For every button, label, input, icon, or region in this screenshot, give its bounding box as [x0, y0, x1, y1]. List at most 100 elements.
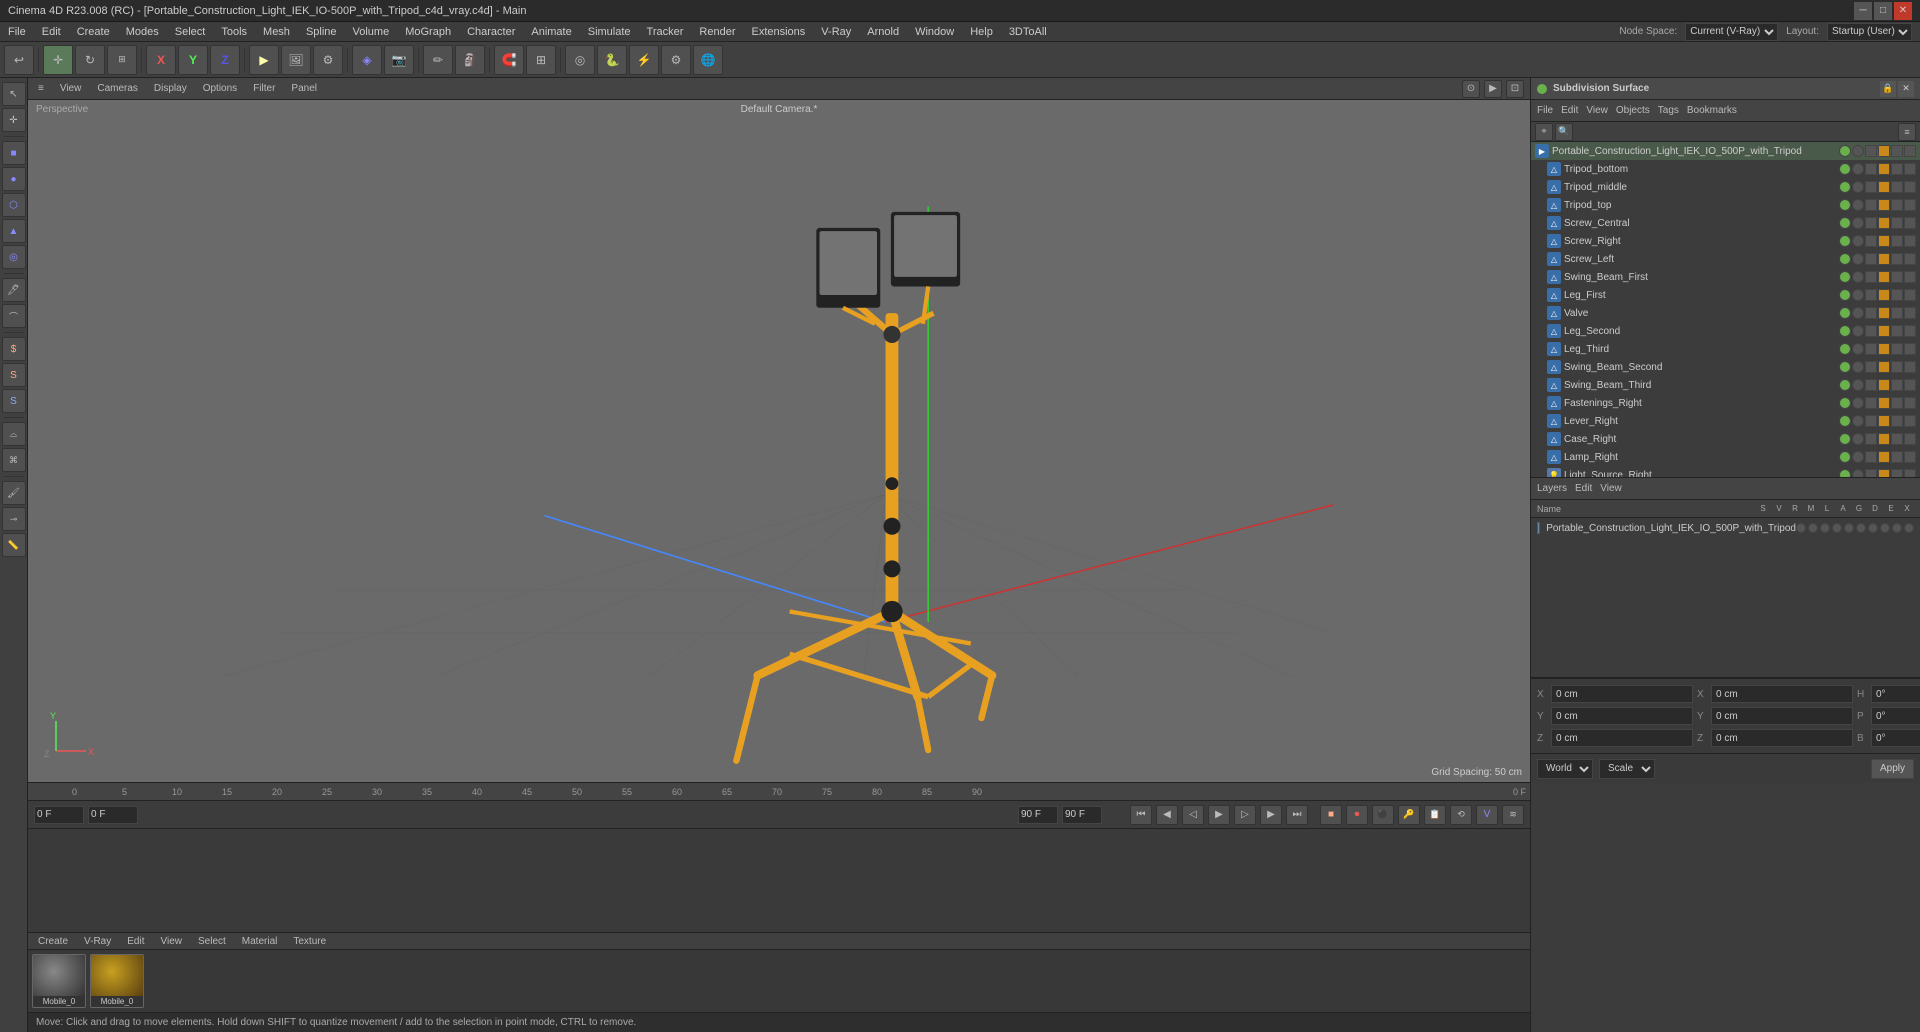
layer-e-dot[interactable]: [1892, 523, 1902, 533]
world-select[interactable]: World: [1537, 759, 1593, 779]
h-input[interactable]: [1871, 685, 1920, 703]
camera-button[interactable]: 📷: [384, 45, 414, 75]
menu-mesh[interactable]: Mesh: [255, 22, 298, 41]
goto-end-btn[interactable]: ⏭: [1286, 805, 1308, 825]
frame-end-input2[interactable]: [1062, 806, 1102, 824]
om-item-lever-right[interactable]: △ Lever_Right: [1531, 412, 1920, 430]
om-menu-edit[interactable]: Edit: [1561, 105, 1578, 116]
om-item-swing-beam-first[interactable]: △ Swing_Beam_First: [1531, 268, 1920, 286]
b-input[interactable]: [1871, 729, 1920, 747]
om-menu-bookmarks[interactable]: Bookmarks: [1687, 105, 1737, 116]
cylinder-btn[interactable]: ⬡: [2, 193, 26, 217]
prev-key-btn[interactable]: ◁: [1182, 805, 1204, 825]
vp-render-btn[interactable]: ▶: [1484, 80, 1502, 98]
lp-menu-layers[interactable]: Layers: [1537, 483, 1567, 494]
om-item-fastenings-right[interactable]: △ Fastenings_Right: [1531, 394, 1920, 412]
menu-3dtoall[interactable]: 3DToAll: [1001, 22, 1055, 41]
om-item-screw-right[interactable]: △ Screw_Right: [1531, 232, 1920, 250]
play-btn[interactable]: ▶: [1208, 805, 1230, 825]
add-object-button[interactable]: ◈: [352, 45, 382, 75]
vp-menu-display[interactable]: Display: [150, 83, 191, 94]
vp-menu-toggle[interactable]: ≡: [34, 83, 48, 94]
om-item-screw-central[interactable]: △ Screw_Central: [1531, 214, 1920, 232]
menu-extensions[interactable]: Extensions: [743, 22, 813, 41]
om-item-case-right[interactable]: △ Case_Right: [1531, 430, 1920, 448]
menu-modes[interactable]: Modes: [118, 22, 167, 41]
cube-btn[interactable]: ■: [2, 141, 26, 165]
grid-button[interactable]: ⊞: [526, 45, 556, 75]
menu-vray[interactable]: V-Ray: [813, 22, 859, 41]
vp-menu-filter[interactable]: Filter: [249, 83, 279, 94]
om-item-leg-third[interactable]: △ Leg_Third: [1531, 340, 1920, 358]
layer-m-dot[interactable]: [1832, 523, 1842, 533]
vp-home-btn[interactable]: ⊙: [1462, 80, 1480, 98]
motion-clip-btn[interactable]: 📋: [1424, 805, 1446, 825]
layer-item-0[interactable]: Portable_Construction_Light_IEK_IO_500P_…: [1531, 518, 1920, 538]
mat-menu-select[interactable]: Select: [194, 936, 230, 947]
s2-btn[interactable]: S: [2, 389, 26, 413]
torus-btn[interactable]: ◎: [2, 245, 26, 269]
next-frame-btn[interactable]: ▶: [1260, 805, 1282, 825]
om-filter-btn[interactable]: ⌖: [1535, 123, 1553, 141]
mat-menu-view[interactable]: View: [156, 936, 186, 947]
om-item-light-source-right[interactable]: 💡 Light_Source_Right: [1531, 466, 1920, 477]
snap-button[interactable]: 🧲: [494, 45, 524, 75]
frame-current-input[interactable]: [88, 806, 138, 824]
om-item-screw-left[interactable]: △ Screw_Left: [1531, 250, 1920, 268]
next-key-btn[interactable]: ▷: [1234, 805, 1256, 825]
om-item-tripod-bottom[interactable]: △ Tripod_bottom: [1531, 160, 1920, 178]
select-tool-btn[interactable]: ↖: [2, 82, 26, 106]
scale-tool-button[interactable]: ⊞: [107, 45, 137, 75]
om-menu-view[interactable]: View: [1586, 105, 1608, 116]
maximize-button[interactable]: □: [1874, 2, 1892, 20]
om-root-sq3[interactable]: [1891, 145, 1903, 157]
om-root-vis-dot[interactable]: [1839, 145, 1851, 157]
lp-menu-edit[interactable]: Edit: [1575, 483, 1592, 494]
om-item-leg-second[interactable]: △ Leg_Second: [1531, 322, 1920, 340]
layer-g-dot[interactable]: [1868, 523, 1878, 533]
solo-button[interactable]: ◎: [565, 45, 595, 75]
mat-menu-create[interactable]: Create: [34, 936, 72, 947]
y2-input[interactable]: [1711, 707, 1853, 725]
timeline-tracks[interactable]: [28, 829, 1530, 932]
lp-menu-view[interactable]: View: [1600, 483, 1622, 494]
p-input[interactable]: [1871, 707, 1920, 725]
paint-button[interactable]: ✏: [423, 45, 453, 75]
y-input[interactable]: [1551, 707, 1693, 725]
vp-menu-cameras[interactable]: Cameras: [93, 83, 142, 94]
menu-arnold[interactable]: Arnold: [859, 22, 907, 41]
auto-key-btn[interactable]: ⚫: [1372, 805, 1394, 825]
menu-volume[interactable]: Volume: [345, 22, 398, 41]
menu-tracker[interactable]: Tracker: [639, 22, 692, 41]
om-view-btn[interactable]: ≡: [1898, 123, 1916, 141]
mat-menu-texture[interactable]: Texture: [289, 936, 330, 947]
layer-l-dot[interactable]: [1844, 523, 1854, 533]
layer-v-dot[interactable]: [1808, 523, 1818, 533]
x2-input[interactable]: [1711, 685, 1853, 703]
mat-menu-vray[interactable]: V-Ray: [80, 936, 115, 947]
z-input[interactable]: [1551, 729, 1693, 747]
menu-mograph[interactable]: MoGraph: [397, 22, 459, 41]
render-view-button[interactable]: 🖼: [281, 45, 311, 75]
menu-edit[interactable]: Edit: [34, 22, 69, 41]
frame-end-input1[interactable]: [1018, 806, 1058, 824]
vp-menu-panel[interactable]: Panel: [287, 83, 321, 94]
menu-file[interactable]: File: [0, 22, 34, 41]
om-menu-objects[interactable]: Objects: [1616, 105, 1650, 116]
goto-start-btn[interactable]: ⏮: [1130, 805, 1152, 825]
om-item-swing-beam-third[interactable]: △ Swing_Beam_Third: [1531, 376, 1920, 394]
x-axis-button[interactable]: X: [146, 45, 176, 75]
z-axis-button[interactable]: Z: [210, 45, 240, 75]
om-root-sq2[interactable]: [1878, 145, 1890, 157]
om-menu-tags[interactable]: Tags: [1658, 105, 1679, 116]
om-item-leg-first[interactable]: △ Leg_First: [1531, 286, 1920, 304]
om-item-tripod-middle[interactable]: △ Tripod_middle: [1531, 178, 1920, 196]
3d-viewport[interactable]: Perspective Default Camera.* Grid Spacin…: [28, 100, 1530, 782]
layout-select[interactable]: Startup (User): [1827, 23, 1912, 41]
material-item-0[interactable]: Mobile_0: [32, 954, 86, 1008]
layer-x-dot[interactable]: [1904, 523, 1914, 533]
prev-frame-btn[interactable]: ◀: [1156, 805, 1178, 825]
node-space-select[interactable]: Current (V-Ray): [1685, 23, 1778, 41]
om-menu-file[interactable]: File: [1537, 105, 1553, 116]
subdiv-close-btn[interactable]: ✕: [1898, 81, 1914, 97]
